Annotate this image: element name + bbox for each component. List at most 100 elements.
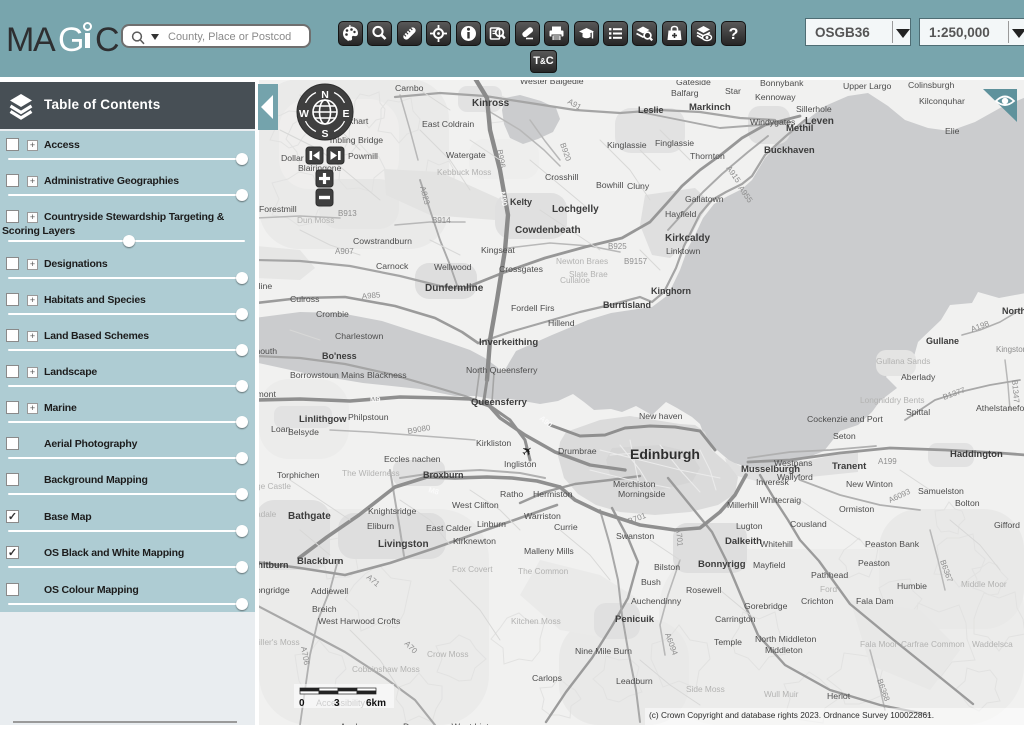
svg-text:Linlithgow: Linlithgow [299, 414, 347, 425]
svg-text:Dalkeith: Dalkeith [725, 536, 762, 547]
svg-text:Kennoway: Kennoway [755, 92, 796, 102]
svg-text:Heriot: Heriot [827, 691, 851, 701]
svg-text:Lochgelly: Lochgelly [552, 204, 599, 215]
svg-text:W: W [299, 108, 309, 120]
svg-text:East Coldrain: East Coldrain [422, 119, 474, 129]
svg-text:Millerhill: Millerhill [727, 500, 758, 510]
svg-text:Newton Braes: Newton Braes [556, 256, 608, 266]
svg-text:Kingston: Kingston [996, 345, 1024, 354]
svg-text:E: E [342, 108, 349, 120]
svg-text:Fala Dam: Fala Dam [856, 596, 894, 606]
svg-text:Ormiston: Ormiston [839, 504, 874, 514]
svg-text:Kinghorn: Kinghorn [651, 286, 691, 296]
svg-text:Markinch: Markinch [689, 102, 731, 113]
svg-text:Watergate: Watergate [446, 150, 486, 160]
svg-text:Cousland: Cousland [790, 519, 827, 529]
svg-text:Samuelston: Samuelston [918, 486, 964, 496]
svg-text:Belsyde: Belsyde [288, 427, 319, 437]
svg-text:Wester Balgedie: Wester Balgedie [520, 79, 584, 86]
svg-text:?: ? [729, 26, 739, 43]
svg-text:Peaston Bank: Peaston Bank [865, 539, 920, 549]
svg-text:Whitehill: Whitehill [760, 539, 793, 549]
svg-text:Tranent: Tranent [832, 461, 867, 472]
svg-text:Fox Covert: Fox Covert [452, 564, 493, 574]
svg-text:Crossgates: Crossgates [499, 264, 544, 274]
svg-text:North: North [1002, 306, 1024, 316]
svg-text:Polmont: Polmont [259, 389, 276, 399]
svg-text:Kinglassie: Kinglassie [607, 140, 647, 150]
svg-text:Cockenzie and Port: Cockenzie and Port [807, 414, 883, 424]
svg-text:Auchendinny: Auchendinny [631, 596, 682, 606]
svg-text:Morningside: Morningside [618, 489, 665, 499]
svg-text:Eccles nachen: Eccles nachen [384, 454, 441, 464]
svg-text:Humbie: Humbie [897, 581, 927, 591]
svg-text:Elie: Elie [945, 126, 960, 136]
svg-text:Gullane: Gullane [926, 336, 959, 346]
svg-text:Cluny: Cluny [627, 181, 650, 191]
svg-text:Culross: Culross [290, 294, 320, 304]
svg-text:Ford: Ford [820, 584, 837, 594]
svg-text:Pathhead: Pathhead [811, 570, 848, 580]
svg-text:Middleton: Middleton [765, 645, 803, 655]
svg-text:Methil: Methil [786, 123, 813, 134]
svg-text:West Clifton: West Clifton [452, 500, 499, 510]
svg-text:Longridge: Longridge [259, 585, 290, 595]
svg-text:N: N [321, 89, 329, 101]
svg-text:B913: B913 [338, 209, 357, 218]
svg-text:Burrtisland: Burrtisland [603, 300, 651, 310]
svg-text:North Queensferry: North Queensferry [466, 365, 538, 375]
svg-text:East Calder: East Calder [426, 523, 471, 533]
svg-text:Eliburn: Eliburn [367, 521, 394, 531]
svg-text:Finglassie: Finglassie [655, 138, 694, 148]
svg-text:Sillerhole: Sillerhole [796, 104, 832, 114]
svg-text:Forestmill: Forestmill [259, 204, 297, 214]
svg-text:Powmill: Powmill [348, 151, 378, 161]
svg-text:Gorebridge: Gorebridge [744, 601, 788, 611]
svg-text:Leslie: Leslie [638, 105, 664, 115]
svg-text:6km: 6km [366, 698, 386, 709]
svg-text:Broxburn: Broxburn [423, 470, 464, 480]
svg-text:Crombie: Crombie [316, 309, 349, 319]
svg-text:Miller's Moss: Miller's Moss [259, 637, 300, 647]
svg-text:Waddelsca: Waddelsca [972, 639, 1013, 649]
svg-text:Kirknewton: Kirknewton [453, 536, 496, 546]
svg-text:Leadburn: Leadburn [616, 676, 653, 686]
svg-text:Peaston: Peaston [858, 558, 890, 568]
svg-text:A985: A985 [361, 290, 381, 301]
svg-text:Linburn: Linburn [477, 519, 506, 529]
svg-text:Balfarg: Balfarg [671, 88, 699, 98]
svg-text:Musselburgh: Musselburgh [741, 464, 800, 475]
svg-text:Carlops: Carlops [532, 673, 563, 683]
svg-text:adale: adale [259, 509, 277, 519]
svg-text:B9157: B9157 [624, 257, 648, 266]
svg-text:Breich: Breich [312, 604, 337, 614]
svg-text:Kirkcaldy: Kirkcaldy [665, 233, 710, 244]
svg-text:Whitecraig: Whitecraig [760, 495, 801, 505]
svg-text:Gullana Sands: Gullana Sands [876, 356, 930, 366]
svg-text:Hayfield: Hayfield [665, 209, 697, 219]
svg-text:Ingliston: Ingliston [504, 459, 537, 469]
svg-text:Crosshill: Crosshill [545, 172, 578, 182]
svg-text:Bowhill: Bowhill [596, 180, 624, 190]
svg-text:Athelstanefo: Athelstanefo [976, 403, 1024, 413]
svg-text:Seton: Seton [833, 431, 856, 441]
svg-text:(c) Crown Copyright and databa: (c) Crown Copyright and database rights … [649, 710, 934, 720]
svg-text:Gifford: Gifford [994, 520, 1020, 530]
svg-text:Penicuik: Penicuik [615, 614, 655, 625]
svg-text:Linktown: Linktown [666, 246, 700, 256]
svg-text:Side Moss: Side Moss [686, 684, 725, 694]
svg-text:Addiewell: Addiewell [311, 586, 348, 596]
svg-text:Borrowstoun Mains: Borrowstoun Mains [290, 370, 365, 380]
svg-text:A907: A907 [335, 247, 354, 256]
svg-text:Malleny Mills: Malleny Mills [524, 546, 574, 556]
svg-text:S: S [321, 128, 328, 140]
svg-text:Rosewell: Rosewell [686, 585, 721, 595]
svg-text:ge Castle: ge Castle [259, 481, 291, 491]
svg-text:Livingston: Livingston [378, 539, 429, 550]
svg-text:The Common: The Common [518, 566, 569, 576]
svg-text:Carnock: Carnock [376, 261, 409, 271]
svg-text:Kingseat: Kingseat [481, 245, 515, 255]
svg-text:Star: Star [725, 86, 741, 96]
svg-text:Kilconquhar: Kilconquhar [919, 96, 965, 106]
svg-text:Merchiston: Merchiston [613, 479, 656, 489]
